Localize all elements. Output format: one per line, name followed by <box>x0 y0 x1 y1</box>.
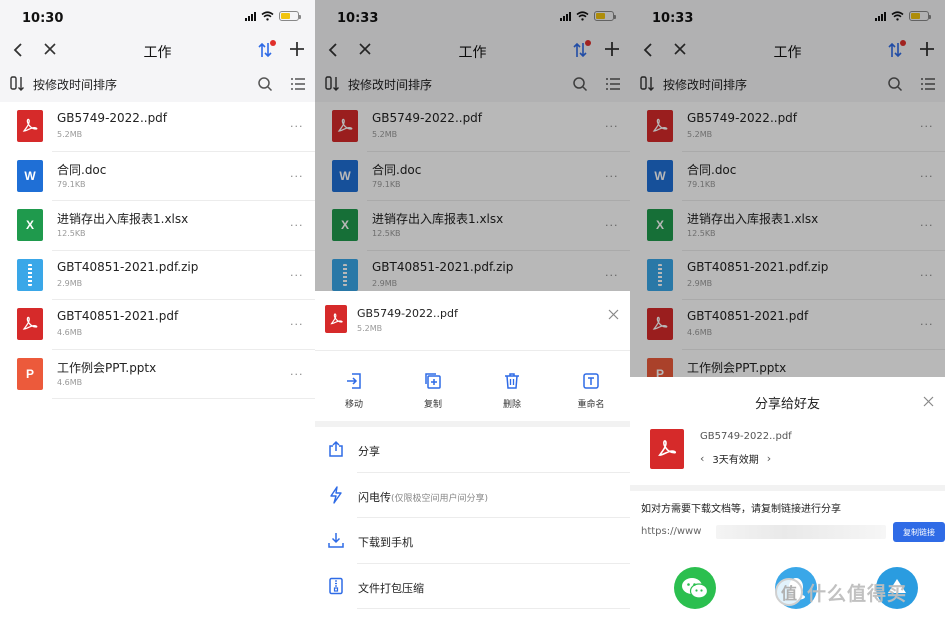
file-name: GBT40851-2021.pdf <box>57 309 179 323</box>
menu-item-share[interactable]: 分享 <box>315 427 630 473</box>
file-size: 12.5KB <box>57 229 86 238</box>
link-redaction <box>716 525 886 539</box>
sheet-file-size: 5.2MB <box>357 324 383 333</box>
system-icons <box>245 11 301 21</box>
close-icon[interactable] <box>608 309 619 320</box>
excel-icon: X <box>17 209 43 241</box>
add-icon[interactable] <box>288 40 306 58</box>
watermark: 值 什么值得买 <box>775 578 907 606</box>
file-size: 5.2MB <box>57 130 83 139</box>
screenshot-collage: 10:30 工作 按修改时间排序 GB5749-2022..pdf 5.2MB … <box>0 0 945 621</box>
action-menu: 分享 闪电传(仅限极空间用户间分享) 下载到手机 文件打包压缩 <box>315 427 630 609</box>
file-size: 2.9MB <box>57 278 83 288</box>
more-icon[interactable]: ··· <box>290 219 304 232</box>
menu-item-compress[interactable]: 文件打包压缩 <box>315 564 630 610</box>
archive-icon <box>329 577 343 594</box>
file-row[interactable]: X 进销存出入库报表1.xlsx 12.5KB ··· <box>0 201 315 251</box>
close-icon[interactable] <box>923 396 934 407</box>
rename-icon <box>583 373 599 389</box>
notification-dot <box>270 40 276 46</box>
pdf-icon <box>17 110 43 142</box>
move-button[interactable]: 移动 <box>324 371 384 419</box>
watermark-text: 什么值得买 <box>807 582 908 605</box>
status-bar: 10:30 <box>0 0 315 36</box>
file-name: GBT40851-2021.pdf.zip <box>57 259 199 274</box>
share-link-row: https://www 复制链接 <box>641 522 945 542</box>
pdf-icon <box>650 429 684 469</box>
file-row[interactable]: P 工作例会PPT.pptx 4.6MB ··· <box>0 349 315 399</box>
validity-selector[interactable]: ‹ 3天有效期 › <box>700 451 771 466</box>
more-icon[interactable]: ··· <box>290 170 304 183</box>
action-row: 移动 复制 删除 重命名 <box>315 351 630 427</box>
wechat-icon[interactable] <box>674 567 716 609</box>
share-file-name: GB5749-2022..pdf <box>700 431 792 442</box>
more-icon[interactable]: ··· <box>290 318 304 331</box>
chevron-left-icon[interactable]: ‹ <box>700 452 704 465</box>
file-name: 工作例会PPT.pptx <box>57 360 157 375</box>
file-size: 4.6MB <box>57 377 83 387</box>
copy-button[interactable]: 复制 <box>403 371 463 419</box>
file-list: GB5749-2022..pdf 5.2MB ··· W 合同.doc 79.1… <box>0 102 315 399</box>
file-name: GB5749-2022..pdf <box>57 111 168 125</box>
wifi-icon <box>261 11 274 21</box>
file-name: 合同.doc <box>57 162 107 177</box>
share-title: 分享给好友 <box>754 397 820 412</box>
powerpoint-icon: P <box>17 357 43 390</box>
share-link[interactable]: https://www <box>641 526 701 537</box>
file-row[interactable]: GB5749-2022..pdf 5.2MB ··· <box>0 102 315 152</box>
battery-icon <box>279 11 301 21</box>
trash-icon <box>505 373 519 389</box>
sheet-file-name: GB5749-2022..pdf <box>357 307 458 320</box>
more-icon[interactable]: ··· <box>290 120 304 133</box>
download-icon <box>328 533 344 548</box>
share-icon <box>329 440 343 457</box>
signal-icon <box>245 11 256 21</box>
panel-file-list: 10:30 工作 按修改时间排序 GB5749-2022..pdf 5.2MB … <box>0 0 315 621</box>
sort-icon[interactable] <box>8 75 26 93</box>
more-icon[interactable]: ··· <box>290 368 304 381</box>
word-icon: W <box>17 159 43 192</box>
sort-label[interactable]: 按修改时间排序 <box>33 76 117 93</box>
watermark-badge: 值 <box>775 578 803 606</box>
sheet-file-header: GB5749-2022..pdf 5.2MB <box>315 291 630 351</box>
sort-bar: 按修改时间排序 <box>0 66 315 102</box>
pdf-icon <box>17 308 43 340</box>
share-hint: 如对方需要下载文档等，请复制链接进行分享 <box>641 504 841 515</box>
chevron-right-icon[interactable]: › <box>767 452 771 465</box>
move-icon <box>347 373 361 389</box>
file-row[interactable]: GBT40851-2021.pdf 4.6MB ··· <box>0 300 315 350</box>
copy-icon <box>425 373 441 389</box>
panel-share: 10:33 工作 按修改时间排序 GB5749-2022..pdf 5.2MB … <box>630 0 945 621</box>
divider <box>630 485 945 491</box>
search-icon[interactable] <box>257 76 273 92</box>
validity-label: 3天有效期 <box>712 455 759 466</box>
file-action-sheet: GB5749-2022..pdf 5.2MB 移动 复制 删除 重命名 分享 闪… <box>315 291 630 621</box>
pdf-icon <box>325 305 347 333</box>
delete-button[interactable]: 删除 <box>482 371 542 419</box>
status-time: 10:30 <box>22 11 64 26</box>
file-size: 79.1KB <box>57 179 86 189</box>
file-name: 进销存出入库报表1.xlsx <box>57 212 189 226</box>
lightning-icon <box>330 485 342 504</box>
list-view-icon[interactable] <box>290 76 306 92</box>
menu-item-lightning-transfer[interactable]: 闪电传(仅限极空间用户间分享) <box>315 473 630 519</box>
nav-bar: 工作 <box>0 36 315 66</box>
more-icon[interactable]: ··· <box>290 269 304 282</box>
file-row[interactable]: GBT40851-2021.pdf.zip 2.9MB ··· <box>0 250 315 300</box>
file-size: 4.6MB <box>57 328 83 337</box>
menu-item-download[interactable]: 下载到手机 <box>315 518 630 564</box>
panel-file-actions: 10:33 工作 按修改时间排序 GB5749-2022..pdf 5.2MB … <box>315 0 630 621</box>
file-row[interactable]: W 合同.doc 79.1KB ··· <box>0 151 315 201</box>
rename-button[interactable]: 重命名 <box>561 371 621 419</box>
copy-link-button[interactable]: 复制链接 <box>893 522 945 542</box>
zip-icon <box>17 258 43 291</box>
